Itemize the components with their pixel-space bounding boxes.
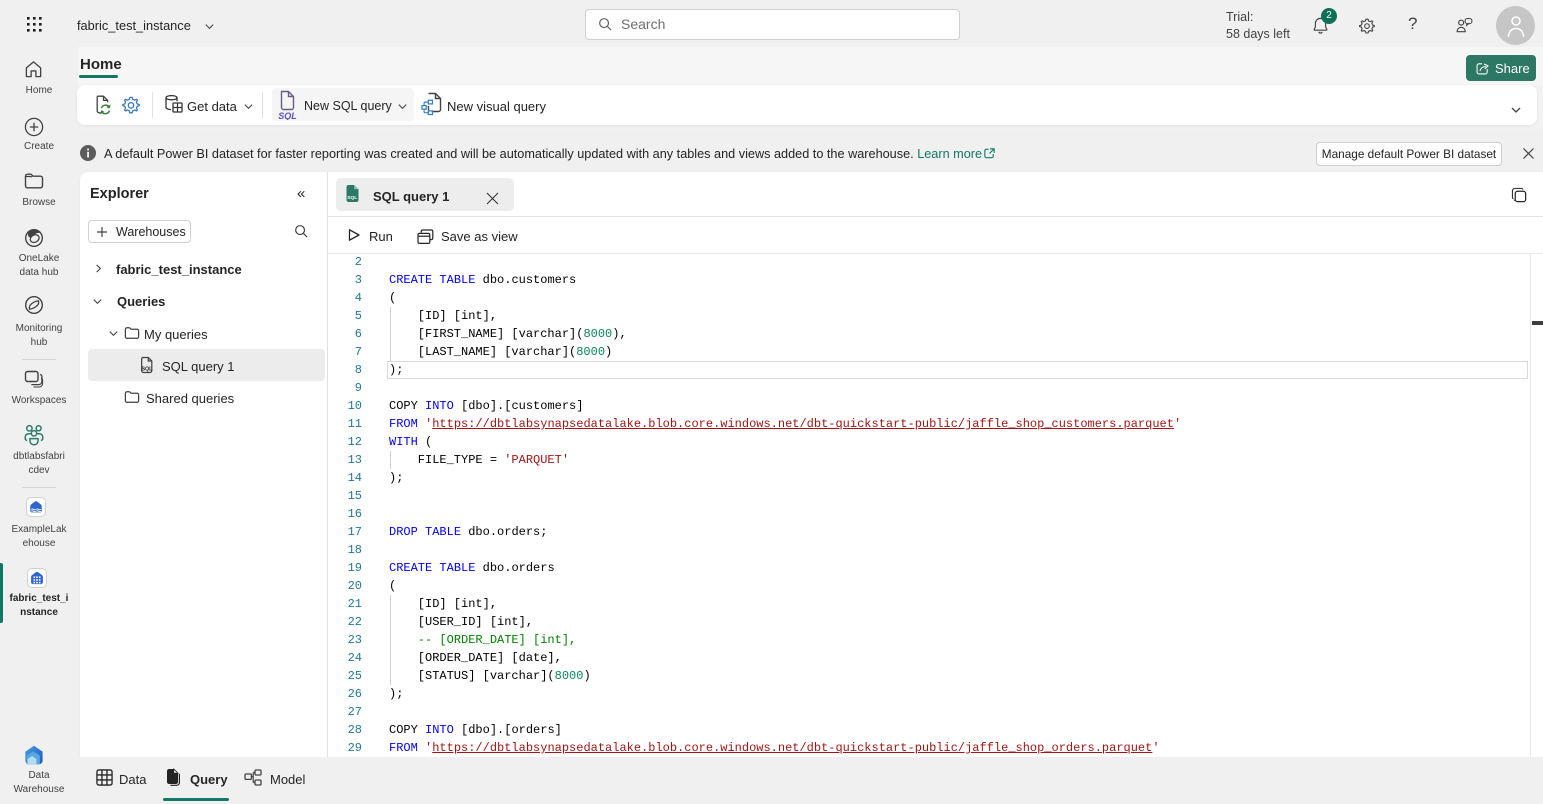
svg-text:SQL: SQL (347, 195, 357, 201)
svg-text:SQL: SQL (141, 366, 153, 372)
svg-text:SQL: SQL (278, 111, 297, 120)
